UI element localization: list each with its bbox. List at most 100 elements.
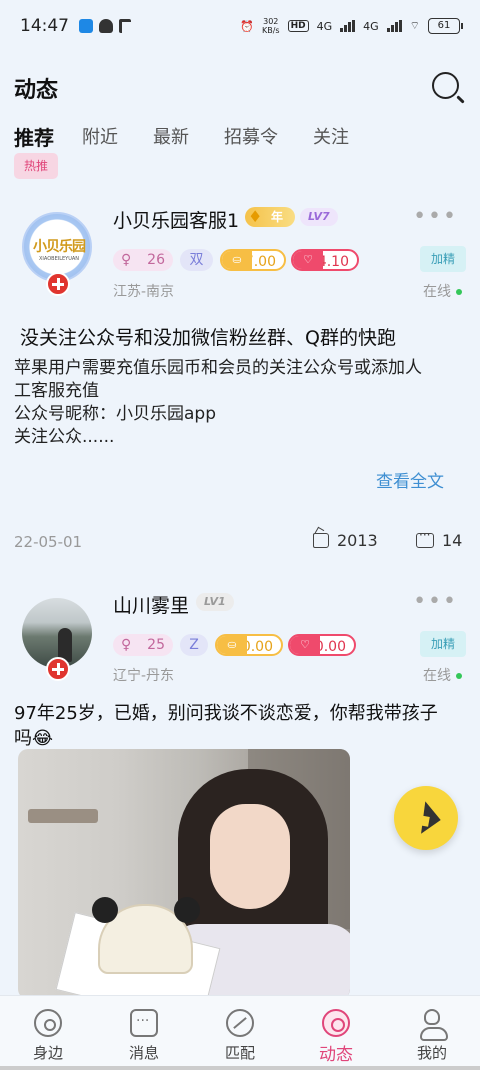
location: 江苏-南京 bbox=[113, 284, 175, 300]
avatar-logo-text: 小贝乐园 bbox=[33, 239, 86, 255]
heart-icon: ♡ bbox=[293, 251, 323, 269]
tab-recommend[interactable]: 推荐 bbox=[14, 122, 54, 151]
level-badge: LV7 bbox=[300, 208, 338, 226]
online-label: 在线 bbox=[423, 284, 451, 300]
nav-item-match[interactable]: 匹配 bbox=[192, 996, 288, 1070]
heart-chip: ♡ 4.10 bbox=[291, 249, 359, 271]
like-count: 2013 bbox=[337, 531, 378, 550]
post-title[interactable]: 没关注公众号和没加微信粉丝群、Q群的快跑 bbox=[20, 323, 396, 350]
gold-chip: ⛀ 0.00 bbox=[215, 634, 283, 656]
post-text-line: 97年25岁，已婚，别问我谈不谈恋爱，你帮我带孩子 bbox=[14, 703, 438, 724]
signal-icon-1 bbox=[340, 20, 356, 32]
female-icon: ♀ bbox=[121, 252, 132, 268]
username[interactable]: 小贝乐园客服1 bbox=[113, 206, 239, 233]
follow-plus-icon[interactable] bbox=[46, 657, 70, 681]
post-body-line: 工客服充值 bbox=[14, 381, 99, 401]
nav-item-messages[interactable]: 消息 bbox=[96, 996, 192, 1070]
avatar-logo-sub: XIAOBEILEYUAN bbox=[38, 256, 80, 262]
tab-recruit[interactable]: 招募令 bbox=[224, 123, 278, 149]
signal-label-1: 4G bbox=[316, 19, 333, 33]
feature-button[interactable]: 加精 bbox=[420, 631, 466, 657]
gold-chip: ⛀ 7.00 bbox=[220, 249, 286, 271]
header: 动态 bbox=[0, 66, 480, 110]
match-icon bbox=[226, 1009, 254, 1037]
profile-icon bbox=[420, 1009, 448, 1041]
nav-item-feed[interactable]: 动态 bbox=[288, 996, 384, 1070]
comment-button[interactable]: 14 bbox=[416, 528, 463, 550]
search-button[interactable] bbox=[426, 68, 466, 108]
comment-count: 14 bbox=[442, 531, 463, 550]
thumbs-up-icon bbox=[313, 533, 329, 548]
signal-label-2: 4G bbox=[363, 19, 379, 33]
post-body-line: 公众号昵称：小贝乐园app bbox=[14, 404, 216, 424]
like-button[interactable]: 2013 bbox=[313, 531, 378, 550]
nav-item-nearby[interactable]: 身边 bbox=[0, 996, 96, 1070]
username[interactable]: 山川雾里 bbox=[113, 591, 189, 618]
search-icon bbox=[432, 72, 459, 99]
bottom-nav: 身边 消息 匹配 动态 我的 bbox=[0, 995, 480, 1070]
hot-tag[interactable]: 热推 bbox=[14, 153, 59, 179]
year-badge-label: 年 bbox=[271, 210, 284, 224]
post-text[interactable]: 97年25岁，已婚，别问我谈不谈恋爱，你帮我带孩子 吗😂 bbox=[14, 701, 464, 751]
send-post-button[interactable] bbox=[394, 786, 458, 850]
net-speed-unit: KB/s bbox=[261, 26, 280, 35]
qq-notification-icon bbox=[99, 19, 113, 33]
tab-latest[interactable]: 最新 bbox=[153, 123, 189, 149]
heart-chip: ♡ 0.00 bbox=[288, 634, 356, 656]
post-text-line: 吗😂 bbox=[14, 728, 54, 749]
age-value: 26 bbox=[147, 252, 165, 268]
post-body-line: 关注公众...... bbox=[14, 427, 115, 447]
role-chip: 双 bbox=[180, 249, 213, 271]
signal-icon-2 bbox=[386, 20, 402, 32]
wifi-icon: ⌔ bbox=[409, 19, 420, 32]
nearby-icon bbox=[34, 1009, 62, 1037]
comment-icon bbox=[416, 528, 434, 548]
tiktok-notification-icon bbox=[119, 19, 131, 33]
alarm-icon: ⏰ bbox=[240, 19, 254, 33]
tab-follow[interactable]: 关注 bbox=[313, 123, 349, 149]
year-badge: ♦ 年 bbox=[245, 207, 295, 227]
post-date: 22-05-01 bbox=[14, 533, 83, 551]
online-label: 在线 bbox=[423, 668, 451, 684]
diamond-icon: ♦ bbox=[248, 207, 263, 226]
message-icon bbox=[130, 1009, 158, 1037]
post-body-line: 苹果用户需要充值乐园币和会员的关注公众号或添加人 bbox=[14, 358, 422, 378]
age-chip: ♀ 26 bbox=[113, 249, 173, 271]
age-chip: ♀ 25 bbox=[113, 634, 173, 656]
nav-label: 身边 bbox=[32, 1044, 63, 1062]
feed-tabs: 推荐 附近 最新 招募令 关注 bbox=[0, 118, 480, 154]
page-title: 动态 bbox=[14, 78, 59, 103]
read-more-link[interactable]: 查看全文 bbox=[376, 467, 444, 492]
net-speed: 302 KB/s bbox=[262, 17, 280, 35]
hd-badge: HD bbox=[287, 20, 309, 32]
nav-item-me[interactable]: 我的 bbox=[384, 996, 480, 1070]
more-options-button[interactable]: ••• bbox=[413, 589, 458, 614]
coin-icon: ⛀ bbox=[217, 636, 247, 654]
feature-button[interactable]: 加精 bbox=[420, 246, 466, 272]
feed-icon bbox=[322, 1009, 350, 1037]
post-photo[interactable] bbox=[18, 749, 350, 999]
age-value: 25 bbox=[147, 637, 165, 653]
female-icon: ♀ bbox=[121, 637, 132, 653]
nav-label: 匹配 bbox=[224, 1044, 255, 1062]
status-right: ⏰ 302 KB/s HD 4G 4G ⌔ 61 bbox=[240, 17, 463, 35]
online-status: 在线 bbox=[423, 281, 462, 301]
notification-icons bbox=[79, 19, 131, 33]
net-speed-value: 302 bbox=[263, 17, 279, 26]
home-indicator[interactable] bbox=[0, 1066, 480, 1070]
heart-icon: ♡ bbox=[290, 636, 320, 654]
status-bar: 14:47 ⏰ 302 KB/s HD 4G 4G ⌔ 61 bbox=[0, 0, 480, 52]
online-dot-icon bbox=[456, 289, 462, 295]
online-dot-icon bbox=[456, 673, 462, 679]
coin-icon: ⛀ bbox=[222, 251, 252, 269]
battery-icon: 61 bbox=[428, 18, 463, 34]
location: 辽宁-丹东 bbox=[113, 668, 175, 684]
status-time: 14:47 bbox=[20, 16, 69, 36]
follow-plus-icon[interactable] bbox=[46, 272, 70, 296]
more-options-button[interactable]: ••• bbox=[413, 204, 458, 229]
app-notification-icon bbox=[79, 19, 93, 33]
tab-nearby[interactable]: 附近 bbox=[82, 123, 118, 149]
nav-label: 动态 bbox=[319, 1045, 353, 1065]
role-chip: Z bbox=[180, 634, 208, 656]
post-body[interactable]: 苹果用户需要充值乐园币和会员的关注公众号或添加人 工客服充值 公众号昵称：小贝乐… bbox=[14, 357, 464, 449]
